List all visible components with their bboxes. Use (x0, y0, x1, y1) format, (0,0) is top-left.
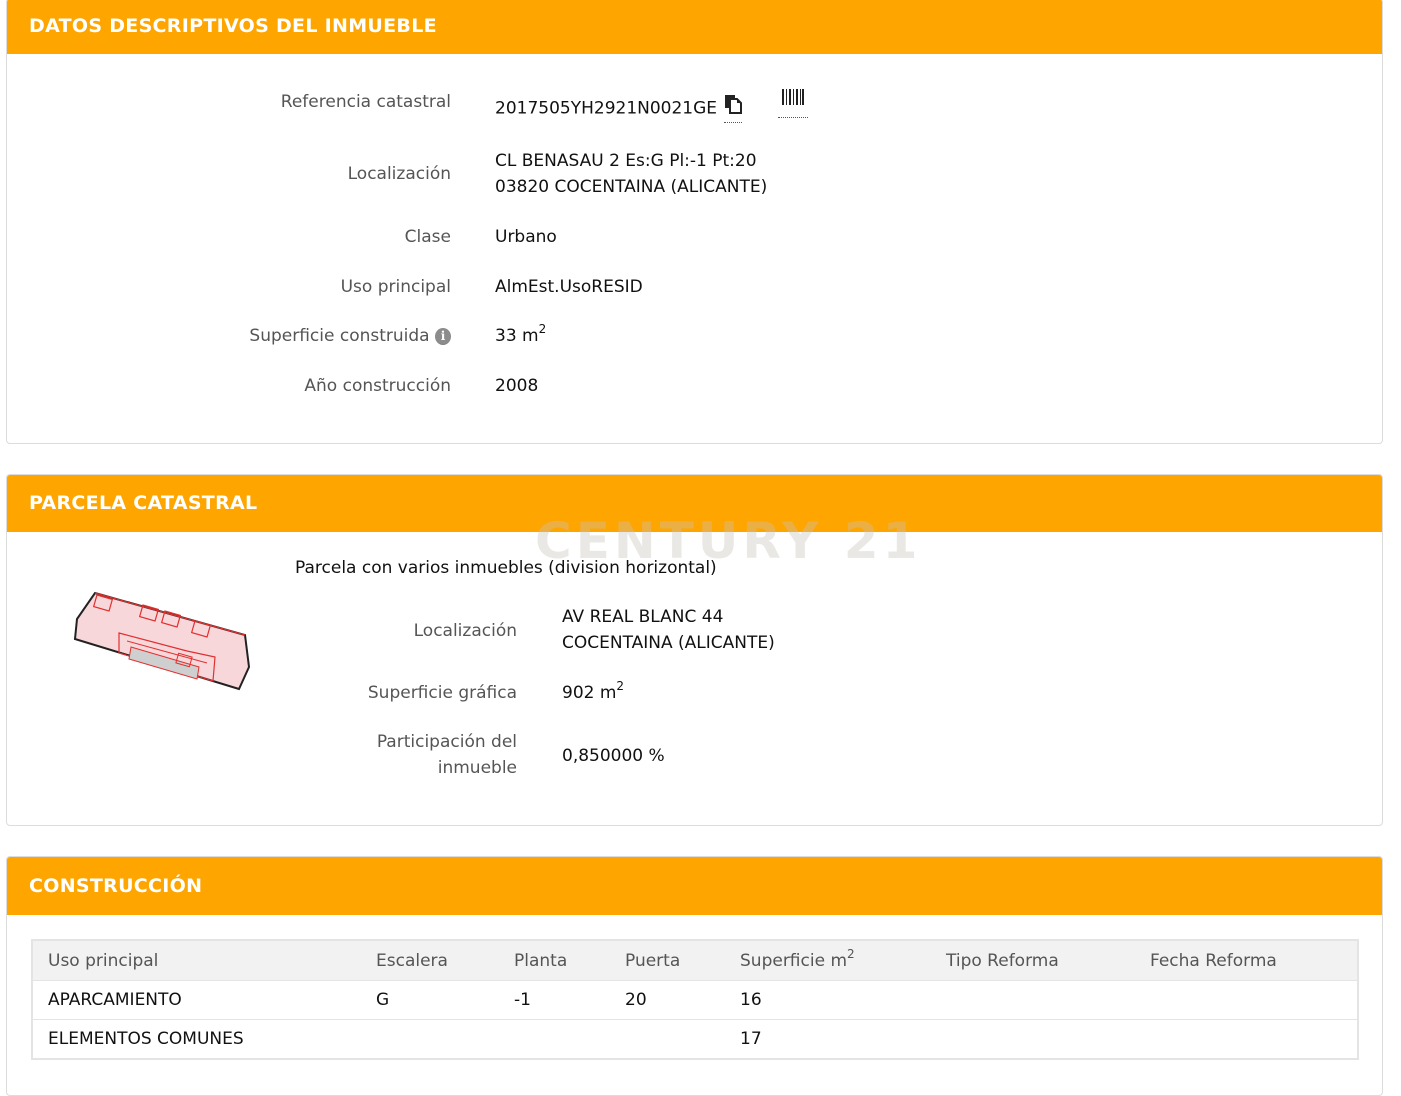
datos-descriptivos-title: DATOS DESCRIPTIVOS DEL INMUEBLE (7, 0, 1382, 54)
cell-fecha-reforma (1135, 980, 1358, 1020)
cell-puerta: 20 (610, 980, 725, 1020)
cell-tipo-reforma (931, 980, 1135, 1020)
uso-principal-value: AlmEst.UsoRESID (495, 277, 643, 297)
col-header-puerta: Puerta (610, 940, 725, 981)
participacion-value: 0,850000 % (562, 746, 665, 766)
participacion-label-line1: Participación del (376, 732, 517, 752)
construccion-panel: CONSTRUCCIÓN Uso principal Escalera Plan… (6, 856, 1383, 1096)
parcela-localizacion-line1: AV REAL BLANC 44 (562, 607, 724, 627)
anio-construccion-value: 2008 (495, 376, 539, 396)
parcela-catastral-panel: PARCELA CATASTRAL Parcela con varios inm… (6, 474, 1383, 826)
construccion-title: CONSTRUCCIÓN (7, 857, 1382, 915)
col-header-superficie-text: Superficie m (740, 950, 848, 971)
table-row: ELEMENTOS COMUNES 17 (32, 1019, 1358, 1059)
construccion-table: Uso principal Escalera Planta Puerta Sup… (31, 939, 1359, 1060)
col-header-uso: Uso principal (32, 940, 361, 981)
anio-construccion-label: Año construcción (304, 376, 451, 396)
superficie-grafica-value: 902 m2 (562, 680, 624, 706)
table-row: APARCAMIENTO G -1 20 16 (32, 980, 1358, 1020)
cell-superficie: 16 (725, 980, 931, 1020)
col-header-planta: Planta (499, 940, 610, 981)
referencia-catastral-value: 2017505YH2921N0021GE (495, 89, 808, 124)
referencia-catastral-text: 2017505YH2921N0021GE (495, 98, 718, 119)
superficie-grafica-exp: 2 (616, 679, 625, 693)
cell-puerta (610, 1019, 725, 1059)
cell-tipo-reforma (931, 1019, 1135, 1059)
cell-fecha-reforma (1135, 1019, 1358, 1059)
col-header-escalera: Escalera (361, 940, 499, 981)
localizacion-line2: 03820 COCENTAINA (ALICANTE) (495, 177, 768, 197)
parcela-catastral-title: PARCELA CATASTRAL (7, 475, 1382, 532)
cell-planta: -1 (499, 980, 610, 1020)
clase-label: Clase (404, 227, 451, 247)
superficie-grafica-label: Superficie gráfica (367, 683, 517, 703)
datos-descriptivos-panel: DATOS DESCRIPTIVOS DEL INMUEBLE Referenc… (6, 0, 1383, 444)
col-header-tipo-reforma: Tipo Reforma (931, 940, 1135, 981)
cell-escalera: G (361, 980, 499, 1020)
clase-value: Urbano (495, 227, 557, 247)
parcel-map-thumbnail[interactable] (67, 585, 267, 695)
superficie-construida-exp: 2 (538, 322, 547, 336)
superficie-construida-value: 33 m2 (495, 323, 546, 349)
info-icon[interactable]: i (435, 328, 451, 345)
localizacion-line1: CL BENASAU 2 Es:G Pl:-1 Pt:20 (495, 151, 757, 171)
cell-superficie: 17 (725, 1019, 931, 1059)
participacion-label-line2: inmueble (437, 758, 517, 778)
parcela-localizacion-line2: COCENTAINA (ALICANTE) (562, 633, 775, 653)
barcode-icon[interactable] (777, 87, 808, 118)
cell-uso: APARCAMIENTO (32, 980, 361, 1020)
cell-escalera (361, 1019, 499, 1059)
col-header-superficie: Superficie m2 (725, 940, 931, 981)
superficie-grafica-number: 902 m (562, 683, 617, 703)
parcela-localizacion-label: Localización (413, 621, 517, 641)
col-header-fecha-reforma: Fecha Reforma (1135, 940, 1358, 981)
copy-icon[interactable] (724, 94, 743, 123)
superficie-construida-number: 33 m (495, 326, 539, 346)
parcela-note: Parcela con varios inmuebles (division h… (295, 558, 717, 578)
col-header-superficie-exp: 2 (847, 946, 855, 961)
table-header-row: Uso principal Escalera Planta Puerta Sup… (32, 940, 1358, 981)
cell-uso: ELEMENTOS COMUNES (32, 1019, 361, 1059)
superficie-construida-row-label: Superficie construida i (157, 323, 451, 349)
cell-planta (499, 1019, 610, 1059)
localizacion-label: Localización (347, 164, 451, 184)
superficie-construida-label: Superficie construida (249, 326, 430, 346)
referencia-catastral-label: Referencia catastral (280, 92, 451, 112)
uso-principal-label: Uso principal (340, 277, 451, 297)
